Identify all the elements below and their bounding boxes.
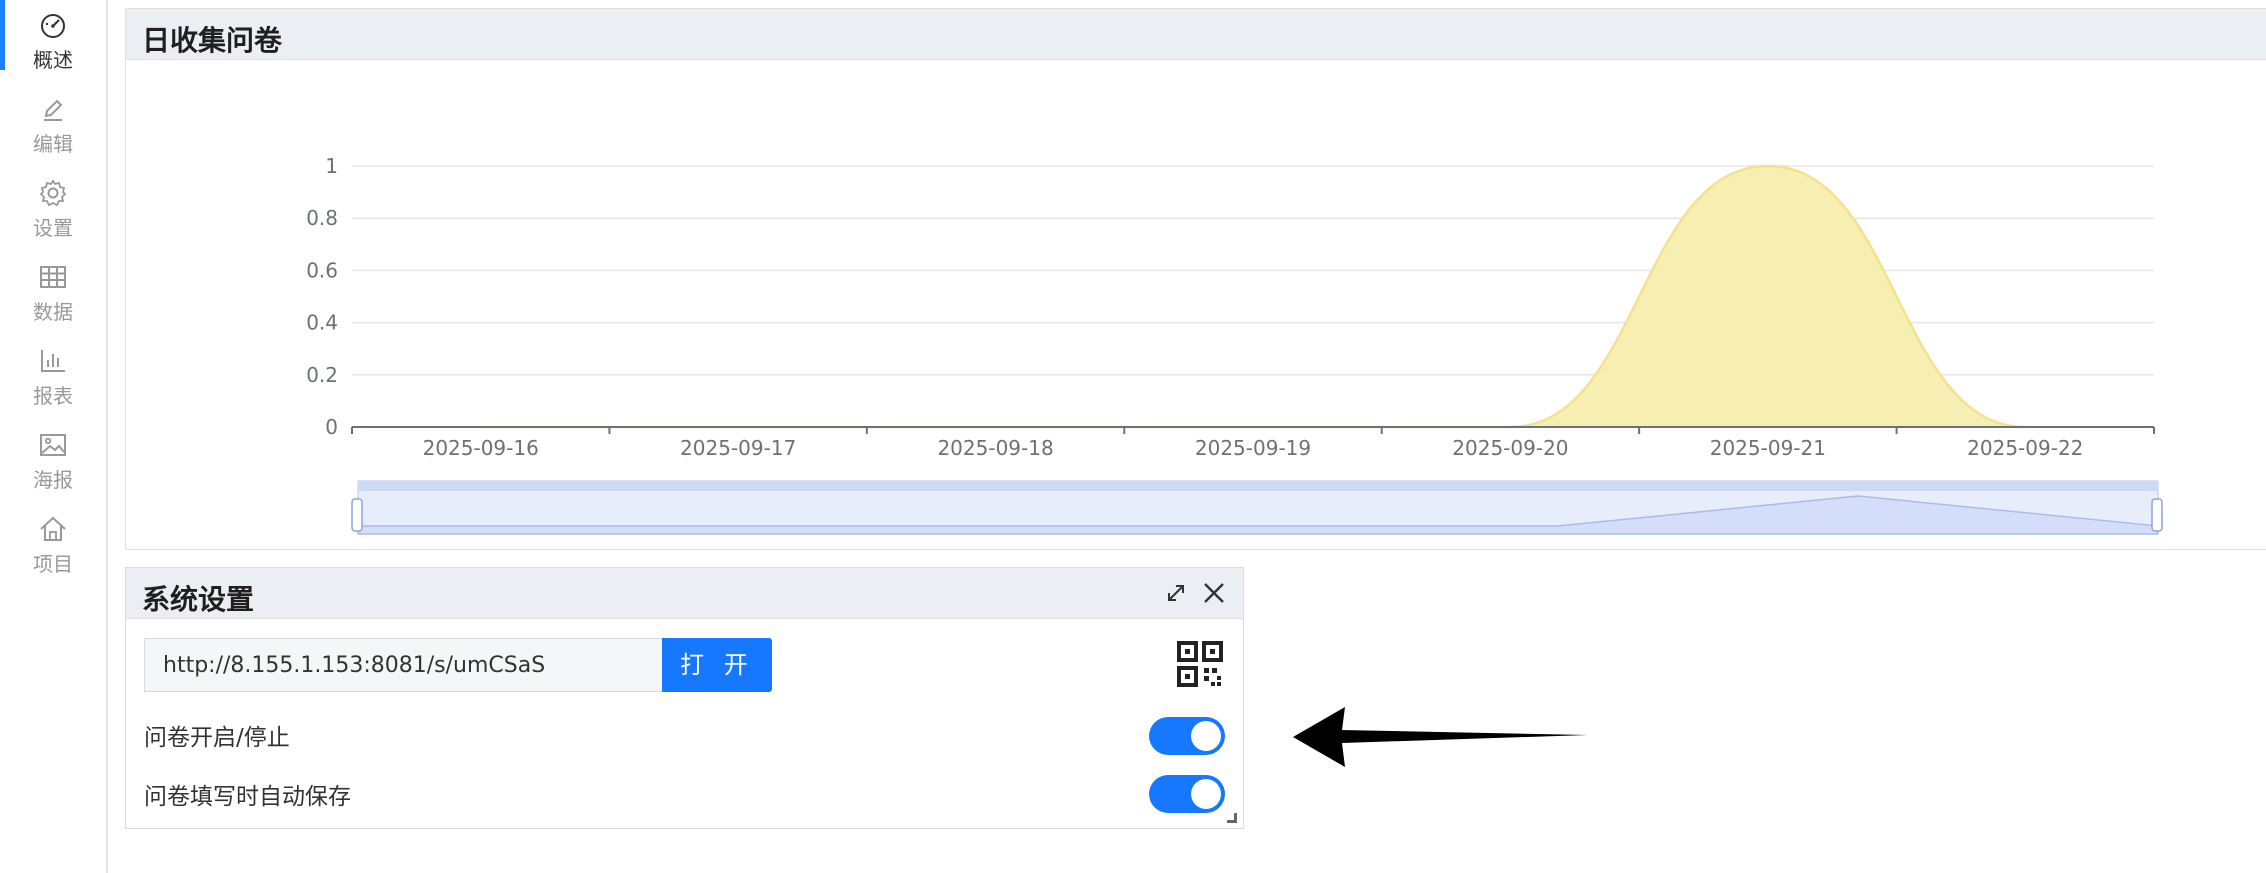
close-icon[interactable] [1201,580,1227,606]
sidebar: 概述 编辑 设置 数据 报表 海报 项目 [0,0,108,873]
toggle-knob [1191,779,1221,809]
sidebar-item-overview[interactable]: 概述 [0,4,106,84]
x-tick-label: 2025-09-17 [680,436,796,460]
qr-code-icon[interactable] [1176,640,1224,688]
resize-handle-icon[interactable] [1227,813,1237,823]
y-tick-label: 1 [325,154,338,178]
x-tick-label: 2025-09-20 [1452,436,1568,460]
y-tick-label: 0.6 [306,258,338,282]
sidebar-item-label: 编辑 [33,132,73,156]
survey-url-field[interactable]: http://8.155.1.153:8081/s/umCSaS [144,638,662,692]
x-tick-label: 2025-09-19 [1195,436,1311,460]
sidebar-item-label: 数据 [33,300,73,324]
chart-panel: 日收集问卷 0 0.2 0.4 0.6 0.8 1 2025-09-16 2025-09-17… [125,8,2266,550]
edit-icon [38,94,68,124]
sidebar-item-label: 设置 [33,216,73,240]
settings-panel-header: 系统设置 [126,568,1243,619]
annotation-arrow-icon [1293,707,1588,767]
toggle-knob [1191,721,1221,751]
expand-icon[interactable] [1163,580,1189,606]
sidebar-item-edit[interactable]: 编辑 [0,88,106,168]
gear-icon [38,178,68,208]
y-tick-label: 0.8 [306,206,338,230]
sidebar-item-data[interactable]: 数据 [0,256,106,336]
survey-url-value: http://8.155.1.153:8081/s/umCSaS [163,653,546,678]
sidebar-item-label: 概述 [33,48,73,72]
home-icon [38,514,68,544]
sidebar-item-poster[interactable]: 海报 [0,424,106,504]
x-tick-label: 2025-09-22 [1967,436,2083,460]
sidebar-item-settings[interactable]: 设置 [0,172,106,252]
data-zoom-bar [358,481,2158,491]
toggle-2-label: 问卷填写时自动保存 [144,784,351,810]
sidebar-item-label: 海报 [33,468,73,492]
data-zoom-left-handle [351,498,363,532]
y-tick-label: 0.2 [306,363,338,387]
settings-panel: 系统设置 http://8.155.1.153:8081/s/umCSaS 打 … [125,567,1244,829]
x-tick-label: 2025-09-18 [937,436,1053,460]
daily-collection-chart: 0 0.2 0.4 0.6 0.8 1 2025-09-16 2025-09-17 2025-0… [306,154,2163,535]
x-tick-label: 2025-09-16 [423,436,539,460]
open-button[interactable]: 打 开 [662,638,772,692]
y-tick-label: 0 [325,415,338,439]
x-tick-label: 2025-09-21 [1710,436,1826,460]
data-zoom-right-handle [2151,498,2163,532]
sidebar-item-project[interactable]: 项目 [0,508,106,588]
sidebar-item-label: 项目 [33,552,73,576]
y-tick-label: 0.4 [306,311,338,335]
autosave-toggle[interactable] [1149,775,1225,813]
survey-open-toggle[interactable] [1149,717,1225,755]
series-area [480,166,2026,427]
sidebar-item-report[interactable]: 报表 [0,340,106,420]
settings-panel-title: 系统设置 [142,583,255,616]
bar-chart-icon [38,346,68,376]
sidebar-item-label: 报表 [33,384,73,408]
table-icon [38,262,68,292]
dashboard-icon [38,10,68,40]
toggle-1-label: 问卷开启/停止 [144,725,290,751]
image-icon [38,430,68,460]
